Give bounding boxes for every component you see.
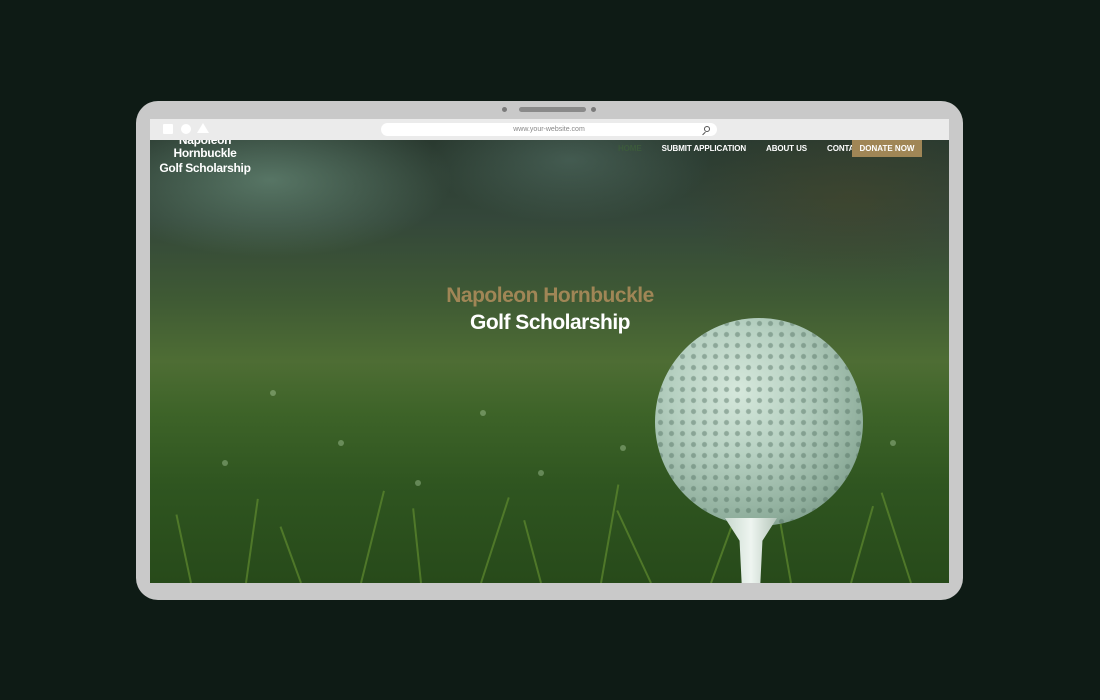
search-icon[interactable] <box>704 126 710 132</box>
hero-section: Napoleon Hornbuckle Golf Scholarship HOM… <box>150 134 949 583</box>
bokeh-light <box>415 480 421 486</box>
donate-now-button[interactable]: DONATE NOW <box>852 140 922 157</box>
address-bar[interactable]: www.your-website.com <box>381 123 717 136</box>
bokeh-light <box>620 445 626 451</box>
address-bar-url: www.your-website.com <box>513 126 585 133</box>
bokeh-light <box>538 470 544 476</box>
triangle-icon[interactable] <box>197 123 209 133</box>
golf-tee-image <box>725 518 777 583</box>
square-icon[interactable] <box>163 124 173 134</box>
laptop-frame: www.your-website.com Napoleon Hornbuckle… <box>136 101 963 600</box>
golf-ball-image <box>655 318 863 526</box>
camera-dot-left <box>502 107 507 112</box>
hero-heading: Napoleon Hornbuckle Golf Scholarship <box>410 283 690 337</box>
bokeh-light <box>222 460 228 466</box>
browser-toolbar: www.your-website.com <box>150 119 949 140</box>
hero-title-line-2: Golf Scholarship <box>469 311 631 334</box>
camera-dot-right <box>591 107 596 112</box>
circle-icon[interactable] <box>181 124 191 134</box>
bokeh-light <box>338 440 344 446</box>
site-logo[interactable]: Napoleon Hornbuckle Golf Scholarship <box>150 134 260 176</box>
nav-home[interactable]: HOME <box>618 144 642 153</box>
screen: www.your-website.com Napoleon Hornbuckle… <box>150 119 949 583</box>
bokeh-light <box>270 390 276 396</box>
speaker-grille <box>519 107 586 112</box>
nav-submit-application[interactable]: SUBMIT APPLICATION <box>662 144 747 153</box>
main-navigation: HOME SUBMIT APPLICATION ABOUT US CONTACT <box>618 140 885 157</box>
nav-about-us[interactable]: ABOUT US <box>766 144 807 153</box>
bokeh-light <box>480 410 486 416</box>
hero-title-line-1: Napoleon Hornbuckle <box>446 284 654 307</box>
bokeh-light <box>890 440 896 446</box>
logo-line-2: Golf Scholarship <box>159 161 251 175</box>
